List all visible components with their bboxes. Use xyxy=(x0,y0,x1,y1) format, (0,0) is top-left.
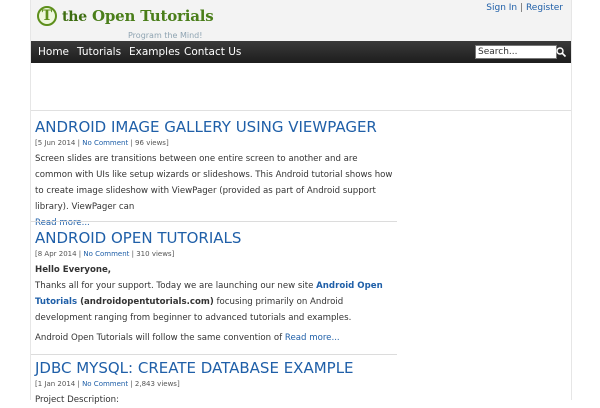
logo-mark-icon: T xyxy=(37,6,57,26)
site-header: T the Open Tutorials Program the Mind! S… xyxy=(31,0,571,41)
post-date: [1 Jan 2014 | xyxy=(35,380,83,388)
post-title-link[interactable]: Android Image Gallery using ViewPager xyxy=(35,118,395,136)
post-date: [5 Jun 2014 | xyxy=(35,139,83,147)
post-views: | 96 views] xyxy=(128,139,169,147)
search-icon[interactable] xyxy=(555,46,567,58)
post-excerpt: Screen slides are transitions between on… xyxy=(35,151,395,231)
post-views: | 310 views] xyxy=(129,250,175,258)
post-divider xyxy=(31,221,397,222)
logo-text: the Open Tutorials xyxy=(62,7,214,25)
post-meta: [8 Apr 2014 | No Comment | 310 views] xyxy=(35,250,395,259)
post-views: | 2,843 views] xyxy=(128,380,180,388)
logo-the: the xyxy=(62,9,87,25)
post-date: [8 Apr 2014 | xyxy=(35,250,84,258)
read-more-link[interactable]: Read more... xyxy=(35,218,90,228)
content-top-divider xyxy=(31,110,571,111)
post-meta: [1 Jan 2014 | No Comment | 2,843 views] xyxy=(35,380,395,389)
post-comments-link[interactable]: No Comment xyxy=(82,139,128,147)
main-nav: Home Tutorials Examples Contact Us xyxy=(31,41,571,63)
post-excerpt: Hello Everyone, Thanks all for your supp… xyxy=(35,262,395,346)
logo-name: Open Tutorials xyxy=(91,7,214,25)
post-body-text: Project Description: xyxy=(35,395,119,405)
page-frame: T the Open Tutorials Program the Mind! S… xyxy=(30,0,572,405)
post-body-text: Android Open Tutorials will follow the s… xyxy=(35,333,285,343)
post-item: JDBC MySQL: Create Database Example [1 J… xyxy=(35,359,395,408)
sign-in-link[interactable]: Sign In xyxy=(486,3,517,13)
post-title-link[interactable]: JDBC MySQL: Create Database Example xyxy=(35,359,395,377)
nav-item-home[interactable]: Home xyxy=(38,41,69,63)
site-logo[interactable]: T the Open Tutorials xyxy=(37,6,214,26)
post-meta: [5 Jun 2014 | No Comment | 96 views] xyxy=(35,139,395,148)
auth-separator: | xyxy=(520,3,524,13)
nav-item-contact-us[interactable]: Contact Us xyxy=(184,41,241,63)
post-item: Android Open Tutorials [8 Apr 2014 | No … xyxy=(35,229,395,350)
post-item: Android Image Gallery using ViewPager [5… xyxy=(35,118,395,231)
post-divider xyxy=(31,354,397,355)
post-title-link[interactable]: Android Open Tutorials xyxy=(35,229,395,247)
nav-item-tutorials[interactable]: Tutorials xyxy=(77,41,121,63)
site-tagline: Program the Mind! xyxy=(128,31,203,40)
post-comments-link[interactable]: No Comment xyxy=(83,250,129,258)
post-comments-link[interactable]: No Comment xyxy=(82,380,128,388)
post-excerpt: Project Description: xyxy=(35,392,395,408)
site-domain: (androidopentutorials.com) xyxy=(77,297,214,307)
post-excerpt-text: Screen slides are transitions between on… xyxy=(35,154,393,212)
register-link[interactable]: Register xyxy=(526,3,563,13)
post-body-text: Thanks all for your support. Today we ar… xyxy=(35,281,317,291)
auth-links: Sign In | Register xyxy=(486,3,563,13)
post-greeting: Hello Everyone, xyxy=(35,265,112,275)
nav-item-examples[interactable]: Examples xyxy=(129,41,180,63)
read-more-link[interactable]: Read more... xyxy=(285,333,340,343)
search-input[interactable] xyxy=(475,45,557,59)
